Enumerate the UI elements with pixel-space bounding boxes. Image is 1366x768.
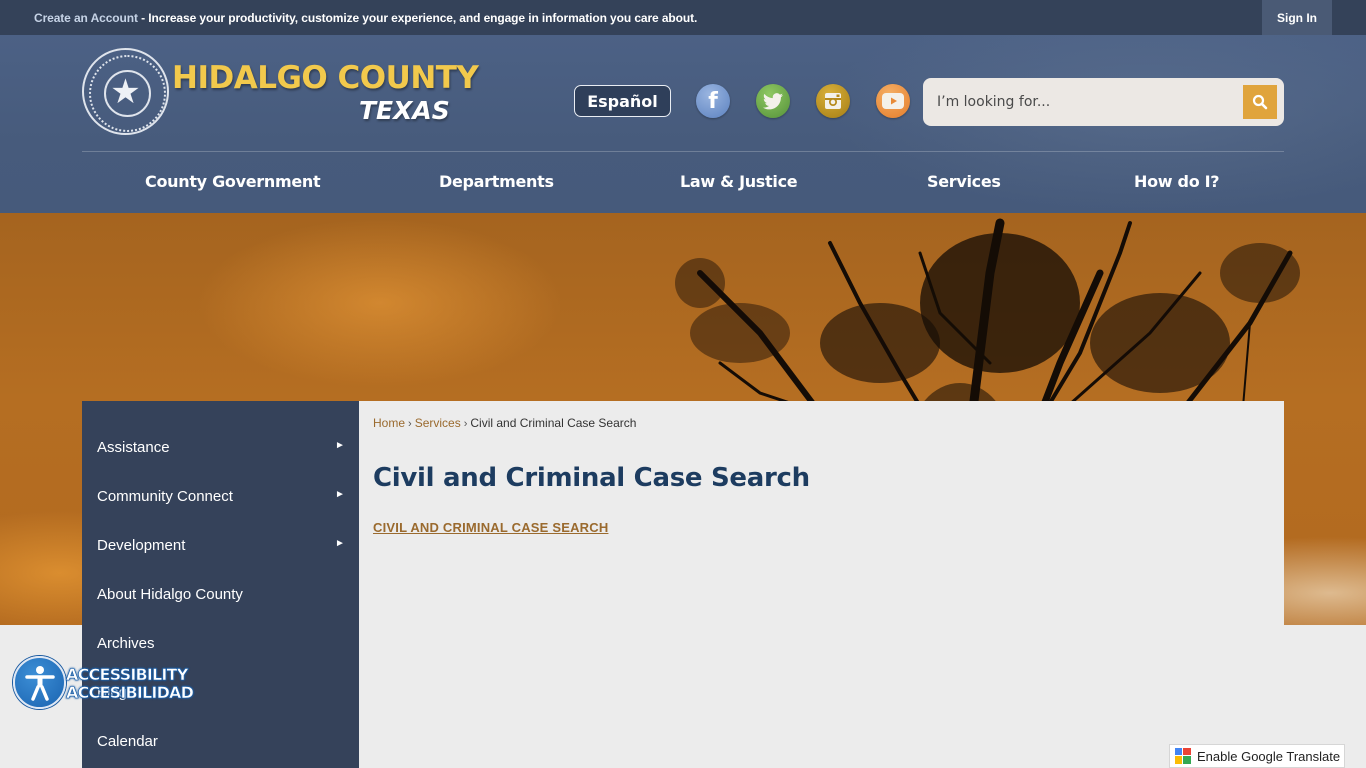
breadcrumb: Home › Services › Civil and Criminal Case Se… xyxy=(373,416,636,430)
search-input[interactable] xyxy=(937,90,1237,114)
sidebar-navigation: Assistance ► Community Connect ► Develop… xyxy=(82,401,359,768)
main-navigation: County Government Departments Law & Just… xyxy=(82,152,1284,213)
submenu-arrow-icon[interactable]: ► xyxy=(335,538,345,549)
search-button[interactable] xyxy=(1243,85,1277,119)
star-icon: ★ xyxy=(110,73,141,111)
breadcrumb-separator: › xyxy=(408,418,412,430)
sidebar-item-assistance[interactable]: Assistance ► xyxy=(82,423,359,472)
nav-how-do-i[interactable]: How do I? xyxy=(1134,172,1220,191)
breadcrumb-home[interactable]: Home xyxy=(373,416,405,430)
twitter-icon xyxy=(763,92,783,109)
search-icon xyxy=(1252,94,1268,110)
page-title: Civil and Criminal Case Search xyxy=(373,463,810,493)
site-search xyxy=(923,78,1284,126)
accessibility-label-en: ACCESSIBILITY xyxy=(66,665,189,685)
sidebar-item-label: Community Connect xyxy=(97,488,233,505)
nav-law-justice[interactable]: Law & Justice xyxy=(680,172,798,191)
case-search-link[interactable]: CIVIL AND CRIMINAL CASE SEARCH xyxy=(373,520,608,535)
facebook-link[interactable]: f xyxy=(696,84,730,118)
create-account-promo: Create an Account - Increase your produc… xyxy=(34,11,697,25)
logo-county-name: HIDALGO COUNTY xyxy=(172,60,479,96)
submenu-arrow-icon[interactable]: ► xyxy=(335,440,345,451)
submenu-arrow-icon[interactable]: ► xyxy=(335,489,345,500)
accessibility-icon xyxy=(13,656,66,709)
county-logo[interactable]: ★ HIDALGO COUNTY TEXAS xyxy=(82,48,482,140)
google-translate-icon xyxy=(1175,748,1191,764)
sidebar-item-development[interactable]: Development ► xyxy=(82,521,359,570)
espanol-button[interactable]: Español xyxy=(574,85,671,117)
sign-in-button[interactable]: Sign In xyxy=(1262,0,1332,35)
sidebar-item-label: Assistance xyxy=(97,439,170,456)
twitter-link[interactable] xyxy=(756,84,790,118)
sidebar-item-label: About Hidalgo County xyxy=(97,586,243,603)
sidebar-item-about-hidalgo-county[interactable]: About Hidalgo County xyxy=(82,570,359,619)
create-account-link[interactable]: Create an Account xyxy=(34,11,138,25)
sidebar-item-community-connect[interactable]: Community Connect ► xyxy=(82,472,359,521)
nav-services[interactable]: Services xyxy=(927,172,1001,191)
county-seal-icon: ★ xyxy=(82,48,169,135)
breadcrumb-services[interactable]: Services xyxy=(415,416,461,430)
accessibility-button[interactable]: ACCESSIBILITY ACCESIBILIDAD xyxy=(13,656,194,710)
facebook-icon: f xyxy=(708,88,718,114)
google-translate-label: Enable Google Translate xyxy=(1197,748,1341,764)
breadcrumb-current: Civil and Criminal Case Search xyxy=(470,416,637,430)
nav-county-government[interactable]: County Government xyxy=(145,172,321,191)
instagram-link[interactable] xyxy=(816,84,850,118)
logo-state-name: TEXAS xyxy=(359,96,450,125)
top-utility-bar: Create an Account - Increase your produc… xyxy=(0,0,1366,35)
instagram-icon xyxy=(825,93,841,109)
youtube-icon xyxy=(882,93,904,109)
sidebar-item-calendar[interactable]: Calendar xyxy=(82,717,359,766)
sidebar-item-label: Archives xyxy=(97,635,155,652)
main-content: Home › Services › Civil and Criminal Case Se… xyxy=(359,401,1284,768)
breadcrumb-separator: › xyxy=(463,418,468,430)
accessibility-label-es: ACCESIBILIDAD xyxy=(66,683,195,703)
site-header: ★ HIDALGO COUNTY TEXAS Español f I’m loo… xyxy=(0,35,1366,213)
sidebar-item-label: Calendar xyxy=(97,733,158,750)
google-translate-button[interactable]: Enable Google Translate xyxy=(1169,744,1345,768)
youtube-link[interactable] xyxy=(876,84,910,118)
sidebar-item-label: Development xyxy=(97,537,186,554)
promo-text: - Increase your productivity, customize … xyxy=(137,11,698,25)
nav-departments[interactable]: Departments xyxy=(439,172,554,191)
